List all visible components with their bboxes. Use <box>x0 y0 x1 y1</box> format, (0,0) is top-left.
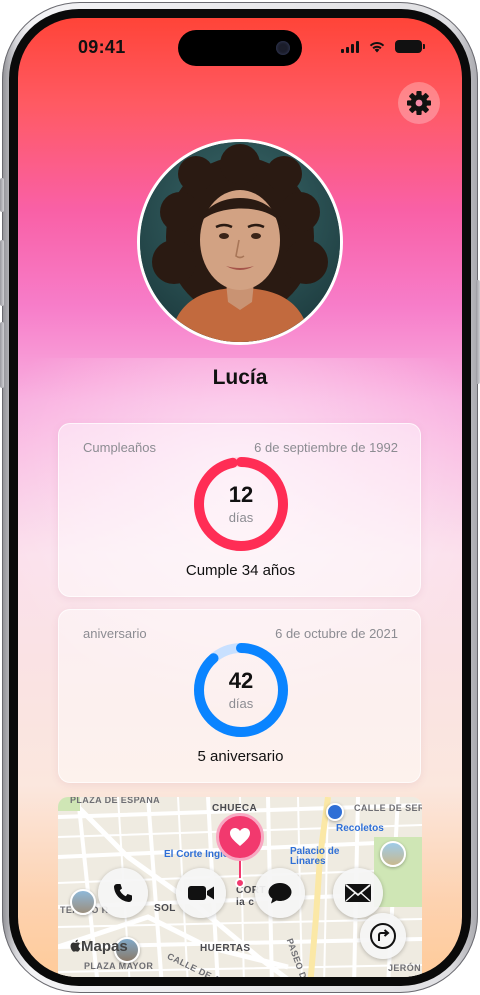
screen: 09:41 Lucía Cumpleaños 6 de septiembre d… <box>18 18 462 977</box>
anniversary-card[interactable]: aniversario 6 de octubre de 2021 42 días… <box>58 609 421 783</box>
pin-stem <box>239 860 241 880</box>
gear-icon <box>407 91 431 115</box>
power-button <box>476 280 480 384</box>
envelope-icon <box>345 884 371 902</box>
battery-icon <box>395 40 425 53</box>
map-label-huertas: HUERTAS <box>200 943 251 954</box>
contact-name: Lucía <box>212 366 268 389</box>
map-label-jeron: JERÓN <box>388 963 422 973</box>
map-poi-teatro-icon[interactable] <box>70 889 96 915</box>
video-camera-icon <box>188 886 214 900</box>
status-time: 09:41 <box>78 37 126 57</box>
map-poi-metro-icon[interactable] <box>326 803 344 821</box>
directions-arrow-icon <box>370 923 396 949</box>
pin-location-dot <box>235 878 245 888</box>
map-poi-retiro-icon[interactable] <box>380 841 406 867</box>
volume-down-button <box>0 322 4 388</box>
anniversary-years-text: 5 aniversario <box>197 748 284 765</box>
map-label-palacio: Palacio de Linares <box>290 846 340 867</box>
apple-logo-icon <box>70 939 81 952</box>
action-button <box>0 178 4 212</box>
birthday-age-text: Cumple 34 años <box>185 562 296 579</box>
heart-location-pin[interactable] <box>216 813 264 861</box>
map-label-recoletos: Recoletos <box>336 823 384 834</box>
message-bubble-icon <box>268 883 292 904</box>
birthday-days-count: 12 <box>228 482 254 507</box>
anniversary-date: 6 de octubre de 2021 <box>275 626 398 641</box>
mail-button[interactable] <box>333 868 383 918</box>
call-button[interactable] <box>98 868 148 918</box>
status-bar: 09:41 <box>18 18 462 78</box>
directions-button[interactable] <box>360 913 406 959</box>
volume-up-button <box>0 240 4 306</box>
contact-avatar <box>137 139 343 345</box>
dynamic-island <box>178 30 302 66</box>
map-label-cortes-sub: ia c <box>236 897 255 908</box>
maps-brand-label: Mapas <box>81 938 128 955</box>
wifi-icon <box>369 42 385 53</box>
map-label-calle-serrano: CALLE DE SERRANO <box>354 803 422 813</box>
map-label-plaza: PLAZA DE ESPAÑA <box>70 797 161 805</box>
video-call-button[interactable] <box>176 868 226 918</box>
birthday-label: Cumpleaños <box>83 440 156 455</box>
heart-icon <box>230 828 250 846</box>
phone-icon <box>114 884 132 902</box>
birthday-date: 6 de septiembre de 1992 <box>254 440 398 455</box>
birthday-days-unit: días <box>228 510 254 525</box>
maps-brand: Mapas <box>70 938 128 955</box>
map-label-sol: SOL <box>154 903 176 914</box>
settings-button[interactable] <box>398 82 440 124</box>
status-icons <box>341 40 425 53</box>
anniversary-label: aniversario <box>83 626 147 641</box>
map-label-plaza-mayor: PLAZA MAYOR <box>84 961 154 971</box>
cellular-signal-icon <box>341 40 359 53</box>
anniversary-days-unit: días <box>228 696 254 711</box>
birthday-card[interactable]: Cumpleaños 6 de septiembre de 1992 12 dí… <box>58 423 421 597</box>
front-camera <box>276 41 290 55</box>
anniversary-days-count: 42 <box>228 668 254 693</box>
message-button[interactable] <box>255 868 305 918</box>
map-label-chueca: CHUECA <box>212 803 258 814</box>
